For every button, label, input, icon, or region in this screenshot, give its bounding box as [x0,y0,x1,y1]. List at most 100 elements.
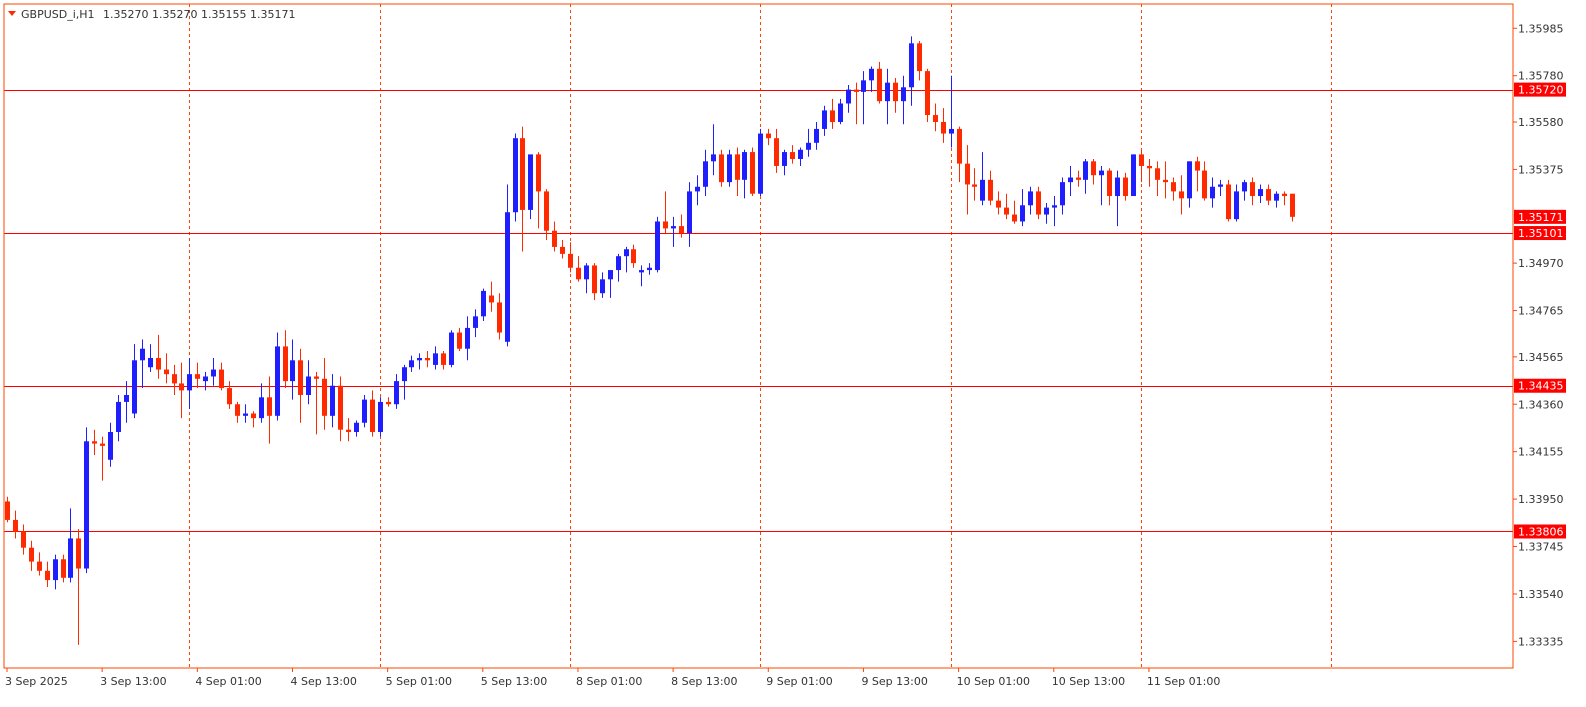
candle-body-bull [727,154,732,183]
candle-body-bear [298,360,303,395]
candle-body-bull [1060,182,1065,206]
level-price-badge-label: 1.35720 [1518,84,1564,97]
level-price-badge-label: 1.34435 [1518,380,1564,393]
candle-body-bull [306,376,311,395]
candle-body-bear [425,357,430,361]
candle-body-bear [1012,214,1017,222]
price-tick-label: 1.35780 [1518,70,1564,83]
time-tick-label: 8 Sep 01:00 [576,675,642,688]
candle-body-bear [497,302,502,333]
time-tick-label: 3 Sep 2025 [5,675,68,688]
candle-body-bear [1290,193,1295,217]
candle-body-bear [76,538,81,569]
candle-body-bull [68,538,73,578]
candlestick-chart[interactable]: 1.35985 1.35780 1.35580 1.35375 1.34970 1.347… [0,0,1586,703]
candle-body-bull [1218,184,1223,187]
candle-body-bull [330,385,335,416]
candle-body-bear [830,110,835,122]
symbol-label: GBPUSD_i,H1 [21,8,95,21]
candle-body-bear [457,332,462,349]
candle-body-bear [854,89,859,92]
candle-body-bear [251,413,256,419]
candle-body-bear [679,226,684,234]
candle-body-bull [433,353,438,365]
candle-body-bear [877,68,882,102]
candle-body-bull [711,154,716,162]
price-tick-label: 1.34565 [1518,351,1564,364]
candle-body-bull [671,226,676,229]
candle-body-bear [1282,193,1287,197]
candle-body-bull [481,290,486,317]
candle-body-bull [758,133,763,194]
price-tick-label: 1.35580 [1518,116,1564,129]
candle-body-bear [1163,179,1168,183]
candle-body-bull [1234,191,1239,220]
time-tick-label: 4 Sep 13:00 [290,675,356,688]
candle-body-bear [568,253,573,268]
candle-body-bear [592,265,597,294]
candle-body-bull [402,367,407,382]
candle-body-bull [243,413,248,416]
candle-body-bull [885,82,890,102]
chart-header: GBPUSD_i,H1 1.35270 1.35270 1.35155 1.35… [8,8,295,21]
candle-body-bull [647,267,652,271]
candle-body-bull [949,128,954,134]
candle-body-bear [1107,170,1112,197]
candle-body-bull [1099,170,1104,176]
candle-body-bear [386,401,391,405]
candle-body-bull [140,348,145,361]
candle-body-bear [172,374,177,384]
price-tick-label: 1.34970 [1518,257,1564,270]
candle-body-bear [972,184,977,187]
candle-body-bear [1202,170,1207,199]
candle-body-bull [473,316,478,328]
candle-body-bull [528,154,533,210]
candle-body-bull [124,394,129,402]
last-price-badge-label: 1.35171 [1518,211,1564,224]
candle-body-bear [941,121,946,134]
candle-body-bear [1250,182,1255,197]
candle-body-bear [750,152,755,194]
candle-body-bear [164,369,169,375]
candle-body-bull [275,346,280,416]
candle-body-bear [766,133,771,139]
candle-body-bull [203,376,208,382]
candle-body-bull [584,265,589,280]
candle-body-bull [290,360,295,382]
candle-body-bull [869,68,874,81]
time-tick-label: 4 Sep 01:00 [195,675,261,688]
candle-body-bull [116,401,121,433]
candle-body-bear [790,152,795,160]
candle-body-bull [1242,182,1247,192]
candle-body-bull [1274,193,1279,201]
candle-body-bull [1115,177,1120,197]
candle-body-bull [1044,207,1049,215]
candle-body-bear [1155,168,1160,180]
candle-body-bull [639,270,644,273]
candle-body-bull [148,357,153,368]
candle-body-bull [417,357,422,361]
candle-body-bull [211,369,216,377]
candle-body-bull [108,432,113,460]
candle-body-bear [179,383,184,391]
candle-body-bear [1036,191,1041,215]
candle-body-bull [822,110,827,129]
price-tick-label: 1.33745 [1518,541,1564,554]
candle-body-bull [624,249,629,257]
candle-body-bull [84,441,89,569]
candle-body-bear [267,397,272,416]
candle-body-bear [1179,191,1184,199]
candle-body-bear [536,154,541,192]
candle-body-bull [394,381,399,405]
candle-body-bear [1147,165,1152,169]
price-tick-label: 1.34155 [1518,446,1564,459]
time-tick-label: 9 Sep 13:00 [861,675,927,688]
price-tick-label: 1.33335 [1518,635,1564,648]
price-tick-label: 1.35375 [1518,163,1564,176]
candle-body-bull [132,360,137,414]
candle-body-bull [409,360,414,368]
candle-body-bear [925,71,930,116]
candle-body-bear [719,154,724,183]
candle-body-bear [489,295,494,303]
candle-body-bull [1020,205,1025,222]
